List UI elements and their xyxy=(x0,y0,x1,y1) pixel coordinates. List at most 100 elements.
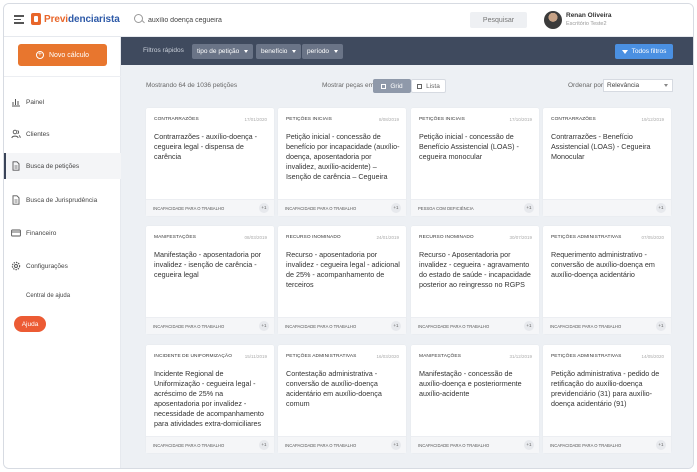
card-category: Petições iniciais xyxy=(419,117,465,122)
filter-chip-label: tipo de petição xyxy=(197,48,240,55)
card-tag[interactable]: Incapacidade para o trabalho xyxy=(550,443,621,448)
help-center-link[interactable]: Central de ajuda xyxy=(26,293,70,299)
card-count-badge[interactable]: +1 xyxy=(524,321,534,331)
petition-card[interactable]: Incidente de Uniformização 15/11/2019 Inci… xyxy=(146,345,274,453)
sidebar-item-label: Busca de petições xyxy=(26,162,80,170)
list-view-toggle[interactable]: Lista xyxy=(411,79,446,93)
sidebar-item-configuracoes[interactable]: Configurações xyxy=(4,253,121,279)
user-name[interactable]: Renan Oliveira xyxy=(566,12,612,19)
card-title[interactable]: Petição administrativa - pedido de retif… xyxy=(551,369,665,409)
card-footer: Incapacidade para o trabalho +1 xyxy=(543,436,671,453)
petition-card[interactable]: Petições iniciais 17/10/2019 Petição inici… xyxy=(411,108,539,216)
card-count-badge[interactable]: +1 xyxy=(524,440,534,450)
card-count-badge[interactable]: +1 xyxy=(656,203,666,213)
petition-card[interactable]: Petições iniciais 8/08/2019 Petição inicia… xyxy=(278,108,406,216)
list-label: Lista xyxy=(426,82,440,90)
card-count-badge[interactable]: +1 xyxy=(524,203,534,213)
sidebar-item-clientes[interactable]: Clientes xyxy=(4,121,121,147)
petition-card[interactable]: Petições administrativas 14/05/2020 Petiçã… xyxy=(543,345,671,453)
filter-chip-periodo[interactable]: período xyxy=(302,44,344,59)
petition-card[interactable]: Manifestações 08/03/2019 Manifestação - ap… xyxy=(146,226,274,334)
card-count-badge[interactable]: +1 xyxy=(259,321,269,331)
petition-card[interactable]: Recurso inominado 30/07/2019 Recurso - Apo… xyxy=(411,226,539,334)
document-icon xyxy=(11,161,21,171)
card-count-badge[interactable]: +1 xyxy=(391,321,401,331)
sidebar-divider xyxy=(4,76,121,77)
card-title[interactable]: Incidente Regional de Uniformização - ce… xyxy=(154,369,268,429)
card-tag[interactable]: Pessoa com deficiência xyxy=(418,206,474,211)
top-bar: Previdenciarista Pesquisar Renan Oliveir… xyxy=(4,4,693,37)
card-title[interactable]: Contrarrazões - Benefício Assistencial (… xyxy=(551,132,665,162)
card-count-badge[interactable]: +1 xyxy=(391,440,401,450)
filter-chip-beneficio[interactable]: benefício xyxy=(256,44,302,59)
view-mode-label: Mostrar peças em xyxy=(322,82,375,89)
card-title[interactable]: Petição inicial - concessão de benefício… xyxy=(286,132,400,182)
card-tag[interactable]: Incapacidade para o trabalho xyxy=(418,324,489,329)
card-tag[interactable]: Incapacidade para o trabalho xyxy=(285,206,356,211)
grid-label: Grid xyxy=(390,82,403,90)
logo[interactable]: Previdenciarista xyxy=(31,13,120,25)
card-tag[interactable]: Incapacidade para o trabalho xyxy=(285,324,356,329)
card-title[interactable]: Petição inicial - concessão de Benefício… xyxy=(419,132,533,162)
search-icon xyxy=(134,14,143,23)
quick-filters-label: Filtros rápidos xyxy=(143,47,184,54)
sidebar-item-busca-peticoes[interactable]: Busca de petições xyxy=(4,153,121,179)
search-input[interactable] xyxy=(148,12,448,28)
petition-card[interactable]: Contrarrazões 19/12/2019 Contrarrazões - B… xyxy=(543,108,671,216)
gear-icon xyxy=(11,261,21,271)
sort-value: Relevância xyxy=(607,82,640,89)
petition-card[interactable]: Manifestações 31/12/2019 Manifestação - co… xyxy=(411,345,539,453)
card-count-badge[interactable]: +1 xyxy=(656,440,666,450)
petition-card[interactable]: Petições administrativas 16/03/2020 Contes… xyxy=(278,345,406,453)
chevron-down-icon xyxy=(244,50,249,53)
card-footer: Pessoa com deficiência +1 xyxy=(411,199,539,216)
petition-card[interactable]: Petições administrativas 07/05/2020 Requer… xyxy=(543,226,671,334)
sidebar-item-financeiro[interactable]: Financeiro xyxy=(4,220,121,246)
help-button[interactable]: Ajuda xyxy=(14,316,46,332)
card-tag[interactable]: Incapacidade para o trabalho xyxy=(153,206,224,211)
bar-chart-icon xyxy=(11,97,21,107)
avatar[interactable] xyxy=(544,11,562,29)
petition-card[interactable]: Contrarrazões 17/01/2020 Contrarrazões - a… xyxy=(146,108,274,216)
sidebar-item-painel[interactable]: Painel xyxy=(4,89,121,115)
card-tag[interactable]: Incapacidade para o trabalho xyxy=(285,443,356,448)
card-count-badge[interactable]: +1 xyxy=(259,440,269,450)
card-date: 8/08/2019 xyxy=(378,117,399,122)
users-icon xyxy=(11,129,21,139)
card-footer: Incapacidade para o trabalho +1 xyxy=(411,436,539,453)
sort-select[interactable]: Relevância xyxy=(603,79,673,92)
filter-bar: Filtros rápidos tipo de petição benefíci… xyxy=(121,37,693,65)
search-button[interactable]: Pesquisar xyxy=(470,12,527,28)
grid-view-toggle[interactable]: Grid xyxy=(373,79,411,93)
card-footer: +1 xyxy=(543,199,671,216)
new-calculation-button[interactable]: + Novo cálculo xyxy=(18,44,107,66)
card-tag[interactable]: Incapacidade para o trabalho xyxy=(153,443,224,448)
sidebar-item-busca-jurisprudencia[interactable]: Busca de Jurisprudência xyxy=(4,187,121,213)
petition-card[interactable]: Recurso inominado 24/01/2019 Recurso - apo… xyxy=(278,226,406,334)
card-title[interactable]: Manifestação - aposentadoria por invalid… xyxy=(154,250,268,280)
card-title[interactable]: Recurso - aposentadoria por invalidez - … xyxy=(286,250,400,290)
plus-icon: + xyxy=(35,51,44,59)
all-filters-button[interactable]: Todos filtros xyxy=(615,44,673,59)
card-count-badge[interactable]: +1 xyxy=(259,203,269,213)
user-office: Escritório Teste2 xyxy=(566,21,607,27)
card-tag[interactable]: Incapacidade para o trabalho xyxy=(550,324,621,329)
card-count-badge[interactable]: +1 xyxy=(391,203,401,213)
card-title[interactable]: Manifestação - concessão de auxílio-doen… xyxy=(419,369,533,399)
card-footer: Incapacidade para o trabalho +1 xyxy=(146,317,274,334)
card-tag[interactable]: Incapacidade para o trabalho xyxy=(153,324,224,329)
card-title[interactable]: Requerimento administrativo - conversão … xyxy=(551,250,665,280)
card-tag[interactable]: Incapacidade para o trabalho xyxy=(418,443,489,448)
sidebar-item-label: Busca de Jurisprudência xyxy=(26,196,98,204)
card-count-badge[interactable]: +1 xyxy=(656,321,666,331)
logo-mark-icon xyxy=(31,13,41,25)
filter-icon xyxy=(621,49,628,54)
card-title[interactable]: Contestação administrativa - conversão d… xyxy=(286,369,400,409)
list-icon xyxy=(417,83,423,89)
card-category: Recurso inominado xyxy=(286,235,341,240)
card-title[interactable]: Contrarrazões - auxílio-doença - cegueir… xyxy=(154,132,268,162)
filter-chip-tipo[interactable]: tipo de petição xyxy=(192,44,254,59)
card-title[interactable]: Recurso - Aposentadoria por invalidez - … xyxy=(419,250,533,290)
card-date: 08/03/2019 xyxy=(244,235,267,240)
menu-icon[interactable] xyxy=(14,15,24,24)
